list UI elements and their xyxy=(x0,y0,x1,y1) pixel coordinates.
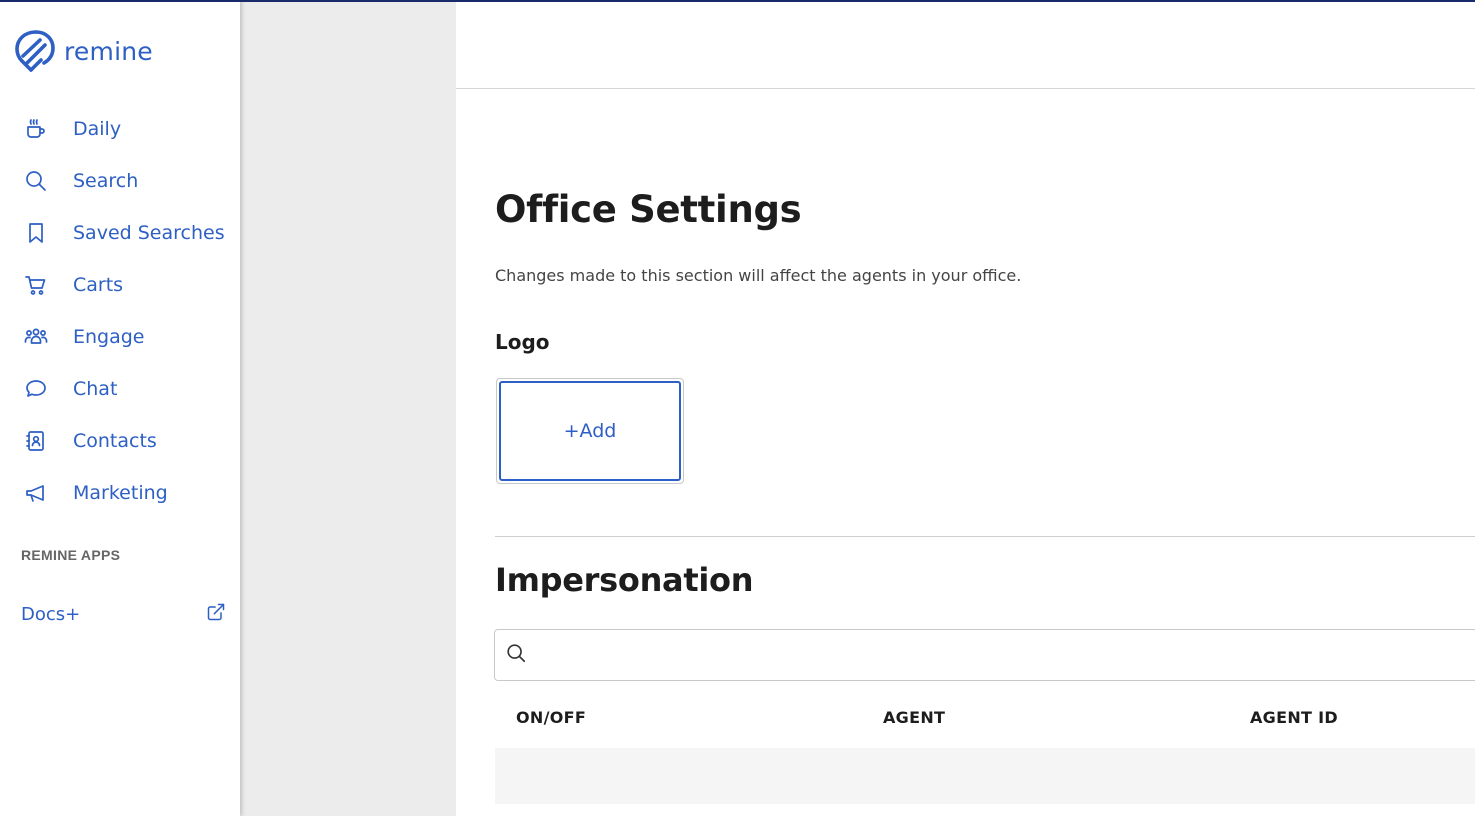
app-link-label: Docs+ xyxy=(21,603,81,625)
search-icon xyxy=(505,642,527,669)
contact-book-icon xyxy=(22,427,50,455)
top-accent-line xyxy=(0,0,1475,2)
chat-bubble-icon xyxy=(22,375,50,403)
group-icon xyxy=(22,323,50,351)
nav-item-contacts[interactable]: Contacts xyxy=(0,415,240,467)
impersonation-table-header: ON/OFF AGENT AGENT ID xyxy=(495,708,1475,734)
main-content: Office Settings Changes made to this sec… xyxy=(456,0,1475,816)
nav-item-chat[interactable]: Chat xyxy=(0,363,240,415)
add-logo-label: +Add xyxy=(499,381,681,481)
nav-item-label: Saved Searches xyxy=(73,222,225,244)
bookmark-icon xyxy=(22,219,50,247)
add-logo-button[interactable]: +Add xyxy=(496,378,684,484)
search-icon xyxy=(22,167,50,195)
external-link-icon xyxy=(206,602,226,627)
column-header-agent[interactable]: AGENT xyxy=(883,708,945,727)
nav-item-label: Marketing xyxy=(73,482,168,504)
megaphone-icon xyxy=(22,479,50,507)
impersonation-search[interactable] xyxy=(494,629,1475,681)
brand-name: remine xyxy=(64,36,153,66)
nav-item-daily[interactable]: Daily xyxy=(0,103,240,155)
secondary-panel xyxy=(240,0,456,816)
impersonation-search-input[interactable] xyxy=(537,635,1437,675)
header-bar xyxy=(456,0,1475,89)
remine-logo-icon xyxy=(15,30,55,72)
section-divider xyxy=(495,536,1475,537)
nav-item-label: Daily xyxy=(73,118,122,140)
main-nav: Daily Search Saved Searches Carts Engage xyxy=(0,103,240,519)
app-link-docs[interactable]: Docs+ xyxy=(21,600,226,628)
nav-item-carts[interactable]: Carts xyxy=(0,259,240,311)
coffee-cup-icon xyxy=(22,115,50,143)
nav-item-saved-searches[interactable]: Saved Searches xyxy=(0,207,240,259)
nav-item-marketing[interactable]: Marketing xyxy=(0,467,240,519)
nav-item-label: Carts xyxy=(73,274,124,296)
logo-heading: Logo xyxy=(495,330,550,354)
page-description: Changes made to this section will affect… xyxy=(495,266,1022,285)
table-row xyxy=(495,748,1475,804)
column-header-on-off[interactable]: ON/OFF xyxy=(516,708,586,727)
nav-item-search[interactable]: Search xyxy=(0,155,240,207)
page-title: Office Settings xyxy=(495,188,802,231)
sidebar: remine Daily Search Saved Searches Carts xyxy=(0,0,240,816)
nav-item-label: Contacts xyxy=(73,430,157,452)
cart-icon xyxy=(22,271,50,299)
nav-item-engage[interactable]: Engage xyxy=(0,311,240,363)
impersonation-title: Impersonation xyxy=(495,561,754,599)
nav-item-label: Search xyxy=(73,170,139,192)
remine-apps-heading: REMINE APPS xyxy=(21,547,121,563)
column-header-agent-id[interactable]: AGENT ID xyxy=(1250,708,1338,727)
nav-item-label: Engage xyxy=(73,326,145,348)
nav-item-label: Chat xyxy=(73,378,118,400)
brand-logo[interactable]: remine xyxy=(14,28,153,74)
